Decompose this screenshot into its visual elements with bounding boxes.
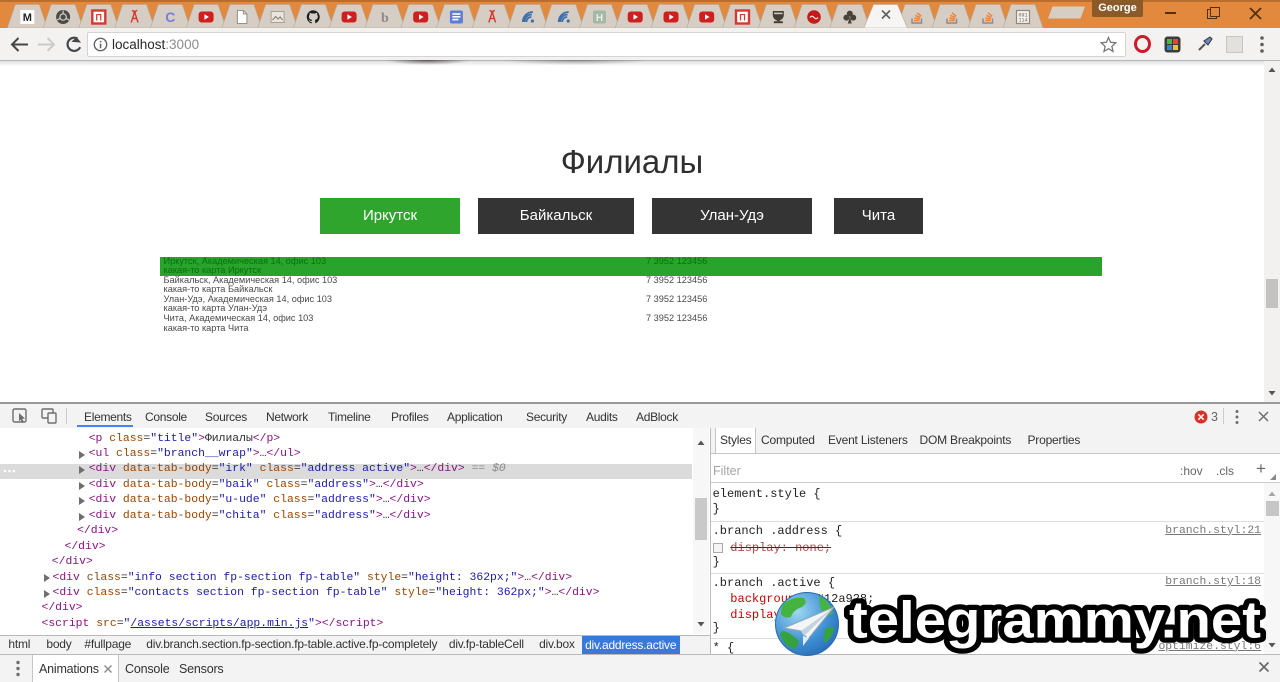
svg-text:telegrammy.net: telegrammy.net — [849, 591, 1261, 649]
